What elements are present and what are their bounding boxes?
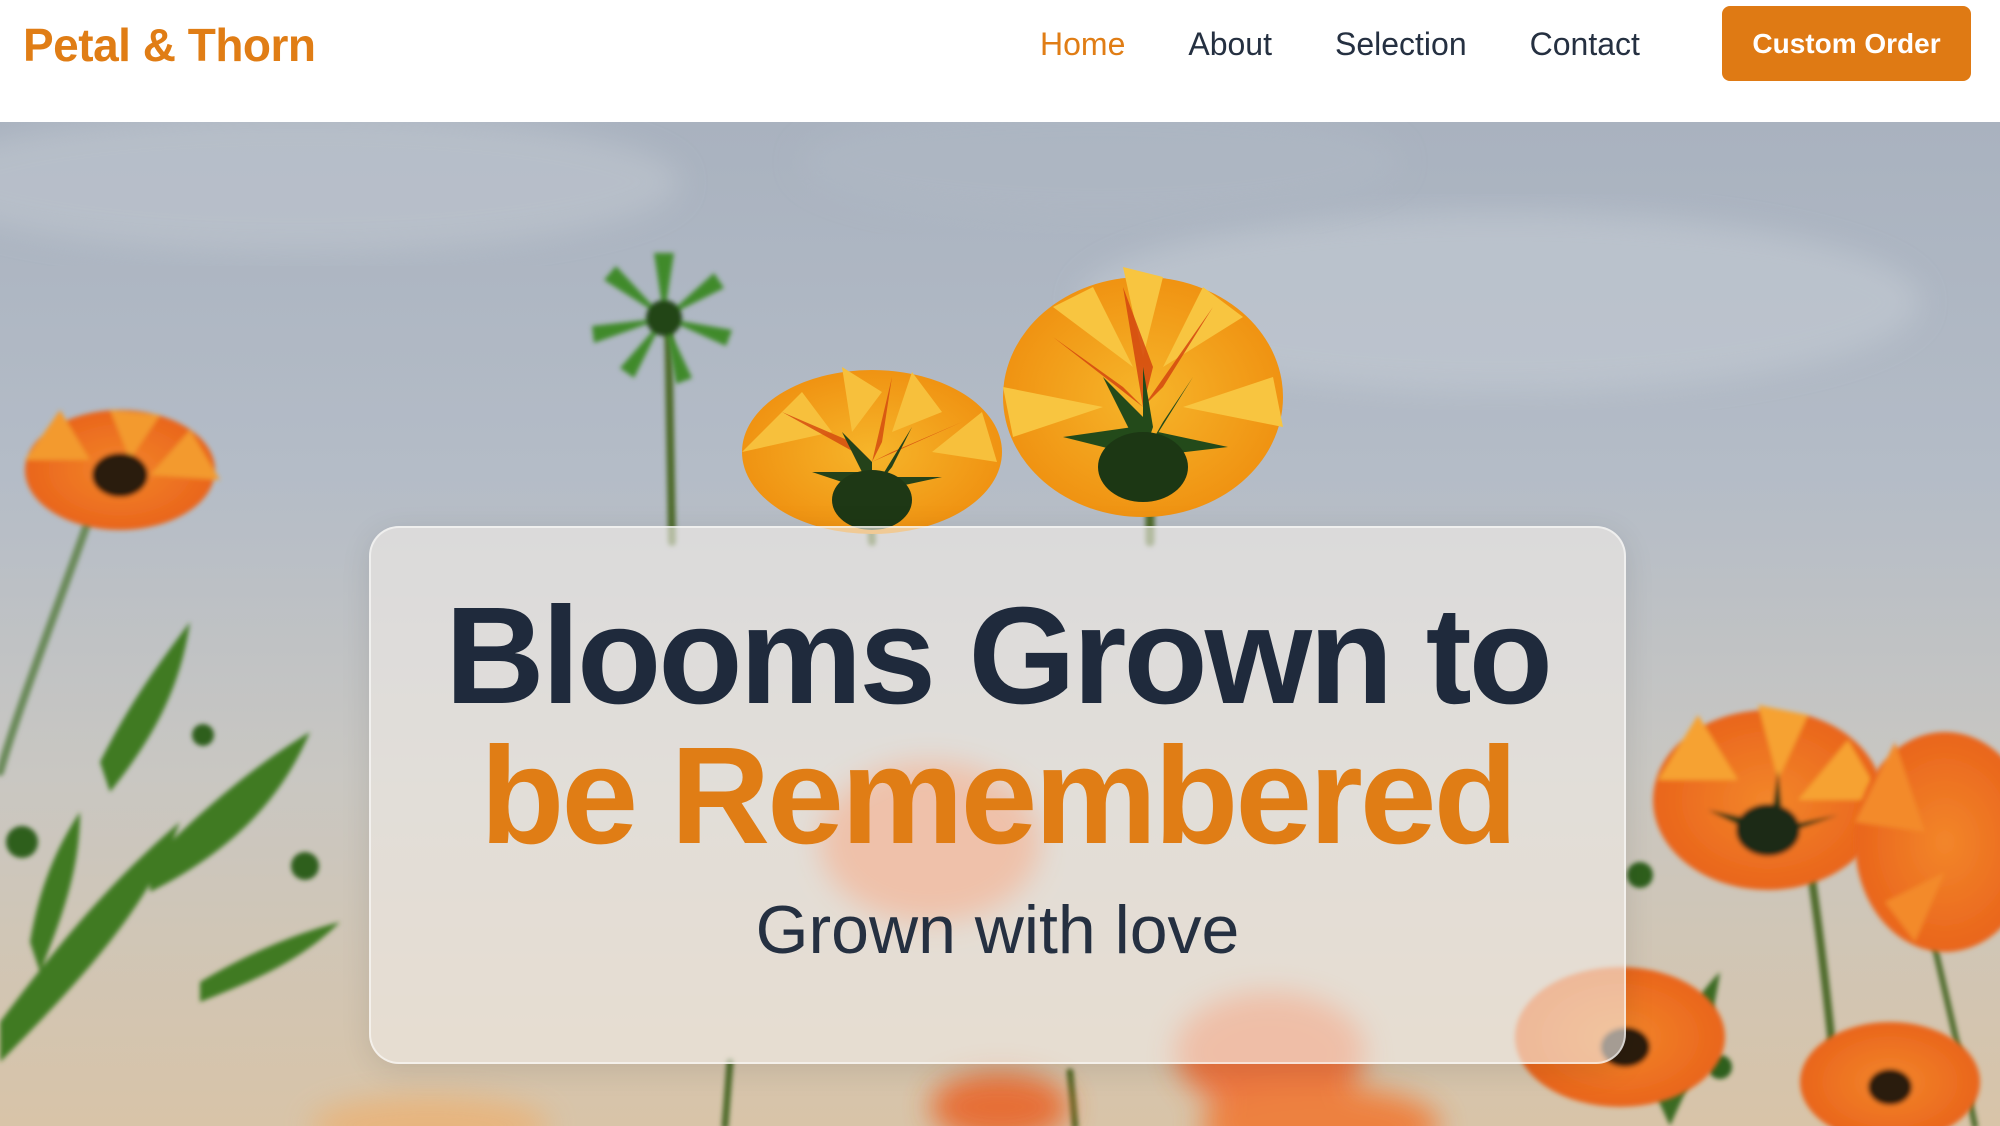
nav-link-home[interactable]: Home [1040,22,1125,66]
hero-title: Blooms Grown to [445,579,1553,733]
custom-order-button[interactable]: Custom Order [1722,6,1971,81]
brand-logo[interactable]: Petal & Thorn [23,18,316,72]
main-nav: Home About Selection Contact [1040,22,1703,66]
nav-link-contact[interactable]: Contact [1530,22,1640,66]
hero-title-accent: be Remembered [480,719,1518,873]
nav-link-about[interactable]: About [1188,22,1272,66]
hero-subtitle: Grown with love [755,892,1240,968]
navbar: Petal & Thorn Home About Selection Conta… [0,0,2000,122]
nav-link-selection[interactable]: Selection [1335,22,1467,66]
hero-section: Blooms Grown to be Remembered Grown with… [0,122,2000,1126]
hero-card: Blooms Grown to be Remembered Grown with… [369,526,1626,1064]
